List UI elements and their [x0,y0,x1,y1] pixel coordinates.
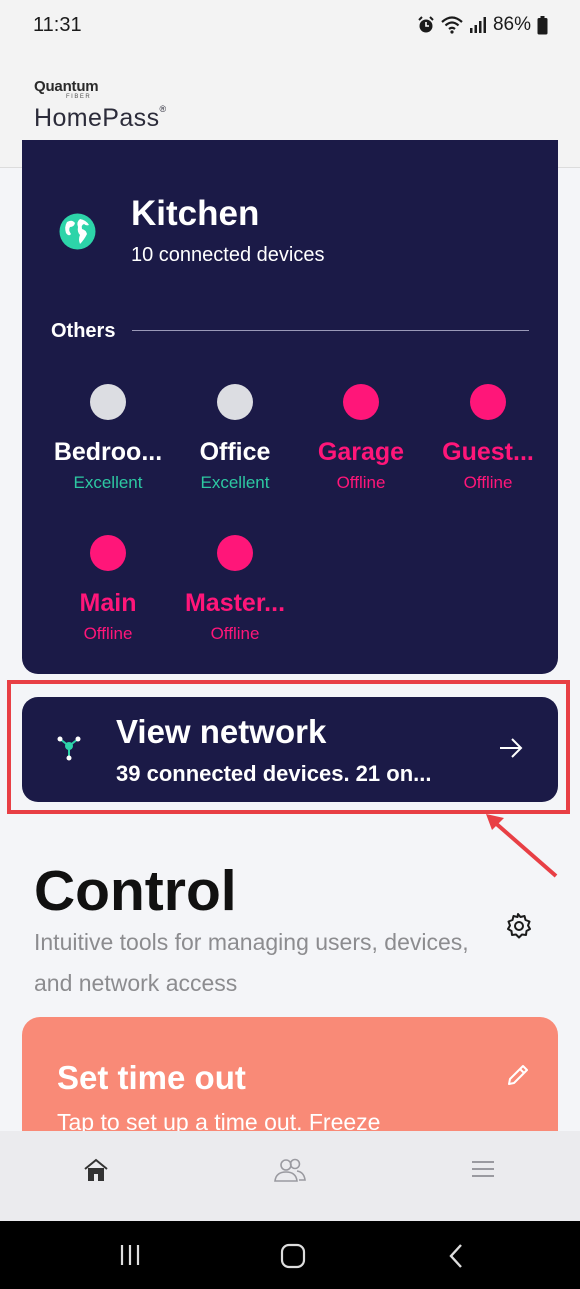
pod-status-dot [470,384,506,420]
alarm-icon [418,16,434,33]
pod-name: Main [79,589,137,617]
pod-status-dot [217,384,253,420]
pod-status: Offline [210,624,260,643]
pod-status-dot [90,384,126,420]
signal-icon [469,17,486,33]
timeout-title: Set time out [57,1059,246,1096]
app-title: HomePass® [34,104,167,132]
pod-status-dot [343,384,379,420]
system-nav-bar [0,1221,580,1289]
location-title: Kitchen [131,194,260,233]
pod-status: Offline [83,624,133,643]
pod-garage[interactable]: Garage Offline [298,384,424,493]
battery-percent: 86% [492,14,531,35]
battery-icon [537,15,548,34]
pod-guest[interactable]: Guest... Offline [425,384,551,493]
pod-name: Guest... [442,438,534,466]
home-button-icon[interactable] [280,1243,306,1269]
pod-status: Offline [336,473,386,492]
highlight-box [7,680,570,814]
bottom-nav [0,1131,580,1221]
pod-name: Office [199,438,271,466]
pod-status: Excellent [200,473,270,492]
people-icon[interactable] [273,1157,307,1183]
status-time: 11:31 [33,14,82,36]
menu-icon[interactable] [471,1157,495,1181]
recent-apps-icon[interactable] [118,1243,142,1267]
wifi-icon [441,16,463,34]
control-description: Intuitive tools for managing users, devi… [34,929,469,996]
pod-status-dot [90,535,126,571]
annotation-arrow-icon [486,814,558,878]
control-title: Control [34,859,237,923]
pod-main[interactable]: Main Offline [45,535,171,644]
pod-name: Bedroo... [53,438,163,466]
pod-bedroom[interactable]: Bedroo... Excellent [45,384,171,493]
others-label: Others [51,320,116,342]
divider [132,330,529,331]
pod-name: Master... [184,589,286,617]
brand-logo: Quantum [34,78,99,95]
app-title-text: HomePass [34,104,160,132]
pod-status: Excellent [73,473,143,492]
location-devices: 10 connected devices [131,244,325,266]
gear-icon[interactable] [504,912,532,940]
pod-office[interactable]: Office Excellent [172,384,298,493]
pod-master[interactable]: Master... Offline [172,535,298,644]
home-icon[interactable] [83,1157,109,1183]
status-bar: 11:31 86% [0,0,580,56]
brand-fiber: FIBER [66,94,92,100]
pod-status: Offline [463,473,513,492]
back-icon[interactable] [447,1243,465,1269]
globe-icon [59,213,96,250]
pencil-icon[interactable] [506,1063,530,1087]
pod-status-dot [217,535,253,571]
network-card: Kitchen 10 connected devices Others Bedr… [22,140,558,674]
pod-name: Garage [317,438,405,466]
